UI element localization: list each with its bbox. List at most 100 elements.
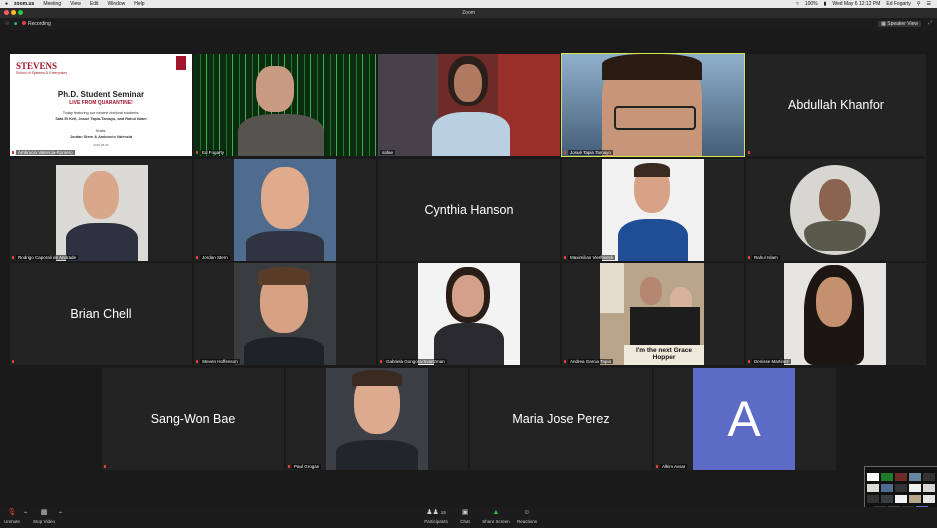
video-tile-andrea[interactable]: I'm the next Grace Hopper Andrea Garcia … [562, 263, 744, 365]
video-tile-rahul-islam[interactable]: Rahul Islam [746, 159, 926, 261]
video-tile-maximilian[interactable]: Maximilian Vierlboeck [562, 159, 744, 261]
stop-video-button[interactable]: ▩ Stop Video [31, 509, 57, 524]
participant-face [256, 66, 294, 112]
video-tile-denisse[interactable]: Denisse Martinez [746, 263, 926, 365]
participant-big-name: Cynthia Hanson [424, 203, 514, 217]
participant-name: Ed Fogarty [200, 150, 227, 155]
menu-edit[interactable]: Edit [90, 1, 99, 7]
participant-face [819, 179, 851, 221]
user-name[interactable]: Ed Fogarty [886, 1, 910, 7]
menu-help[interactable]: Help [134, 1, 144, 7]
battery-icon[interactable]: ▮ [824, 1, 827, 7]
recording-indicator[interactable]: Recording [22, 21, 51, 27]
muted-mic-icon [12, 151, 14, 154]
participant-suit [246, 231, 324, 261]
poster-left [600, 263, 624, 313]
participant-name: Gabriela Gongora-Svartzman [384, 359, 447, 364]
audio-options-chevron-icon[interactable]: ⌃ [23, 511, 28, 518]
reactions-smiley-icon: ☺ [523, 509, 531, 516]
mini-tile [881, 473, 893, 481]
video-tile-jordan-stern[interactable]: Jordan Stern [194, 159, 376, 261]
mini-tile [909, 473, 921, 481]
video-tile-abdullah-khanfor[interactable]: Abdullah Khanfor [746, 54, 926, 156]
meeting-toolbar: 🎙 Unmute ⌃ ▩ Stop Video ⌃ ♟♟ 19 Particip… [0, 507, 937, 528]
menu-meeting[interactable]: Meeting [43, 1, 61, 7]
muted-mic-icon [380, 360, 382, 363]
participant-face [816, 277, 852, 327]
participant-name: Rahul Islam [752, 255, 780, 260]
window-title: Zoom [462, 10, 475, 16]
video-tile-rodrigo[interactable]: Rodrigo Caporali de Andrade [10, 159, 192, 261]
apple-icon[interactable]: ● [5, 1, 8, 7]
participant-big-name: Maria Jose Perez [512, 412, 610, 426]
video-tile-josue-active-speaker[interactable]: Josué Tapia Tamayo [561, 53, 745, 157]
participant-name: Josué Tapia Tamayo [568, 150, 613, 155]
participant-face [261, 167, 309, 229]
slide-hosts-label: Hosts: [95, 129, 107, 133]
menu-app-zoom[interactable]: zoom.us [14, 1, 34, 7]
participant-shirt [804, 221, 866, 251]
participant-suit [336, 440, 418, 470]
search-icon[interactable]: ⚲ [917, 1, 921, 7]
stevens-seal-icon [176, 56, 186, 70]
slide-subtitle: LIVE FROM QUARANTINE! [69, 100, 133, 106]
share-screen-button[interactable]: ▲ Share Screen [480, 509, 512, 524]
muted-mic-icon [564, 256, 566, 259]
muted-microphone-icon: 🎙 [7, 509, 17, 516]
participant-name: Alkim Avsar [660, 464, 688, 469]
wifi-icon[interactable]: ≈ [796, 1, 799, 7]
fullscreen-icon[interactable]: ⤢ [928, 20, 932, 26]
video-tile-ed-fogarty[interactable]: Ed Fogarty [194, 54, 376, 156]
participant-shirt [432, 112, 510, 156]
mini-tile [923, 473, 935, 481]
chat-button[interactable]: ▣ Chat [457, 509, 473, 524]
participants-button[interactable]: ♟♟ 19 Participants [420, 509, 452, 524]
menu-status-area: ≈ 100% ▮ Wed May 6 12:12 PM Ed Fogarty ⚲… [796, 0, 931, 8]
stevens-logo: STEVENS [16, 61, 58, 71]
participants-icon: ♟♟ 19 [426, 509, 446, 516]
mini-tile [881, 495, 893, 503]
menu-window[interactable]: Window [107, 1, 125, 7]
clock[interactable]: Wed May 6 12:12 PM [832, 1, 880, 7]
mac-menu-bar: ● zoom.us Meeting View Edit Window Help … [0, 0, 937, 8]
slide-line2: Safa El Kefi, Josué Tapia-Tamayo, and Ra… [55, 117, 147, 121]
participant-name: Steven Hoffenson [200, 359, 240, 364]
participant-face [452, 275, 484, 317]
participant-name: Ambrocio Valencia-Romero [16, 150, 75, 155]
mini-tile [895, 473, 907, 481]
participant-name: Paul Grogan [292, 464, 322, 469]
menu-view[interactable]: View [70, 1, 81, 7]
person-face [640, 277, 662, 305]
security-shield-icon[interactable]: ☉ [5, 21, 9, 27]
video-tile-shared-slide[interactable]: STEVENS School of Systems & Enterprises … [10, 54, 192, 156]
mini-tile [895, 495, 907, 503]
video-tile-safae[interactable]: safae [378, 54, 560, 156]
participant-face [83, 171, 119, 219]
battery-percent: 100% [804, 1, 818, 7]
poster-caption: I'm the next Grace Hopper [624, 345, 704, 365]
participant-shirt [238, 114, 324, 156]
video-tile-gabriela[interactable]: Gabriela Gongora-Svartzman [378, 263, 560, 365]
reactions-button[interactable]: ☺ Reactions [515, 509, 539, 524]
unmute-button[interactable]: 🎙 Unmute [4, 509, 20, 524]
video-tile-sang-won-bae[interactable]: Sang-Won Bae [102, 368, 284, 470]
muted-mic-icon [196, 151, 198, 154]
video-tile-paul-grogan[interactable]: Paul Grogan [286, 368, 468, 470]
video-tile-cynthia-hanson[interactable]: Cynthia Hanson [378, 159, 560, 261]
slide-hosts: Jordan Stern & Ambrocio Valencia [69, 135, 133, 139]
menu-list-icon[interactable]: ☰ [927, 1, 931, 7]
speaker-view-button[interactable]: ▦ Speaker View [878, 21, 921, 27]
mini-tile [895, 484, 907, 492]
video-options-chevron-icon[interactable]: ⌃ [58, 511, 63, 518]
participant-name: Andrea Garcia Tapia [568, 359, 613, 364]
muted-mic-icon [196, 360, 198, 363]
video-tile-steven-hoffenson[interactable]: Steven Hoffenson [194, 263, 376, 365]
video-tile-brian-chell[interactable]: Brian Chell [10, 263, 192, 365]
muted-mic-icon [564, 151, 566, 154]
video-tile-maria-jose-perez[interactable]: Maria Jose Perez [470, 368, 652, 470]
meeting-top-bar: ☉ ■ Recording ▦ Speaker View ⤢ [0, 18, 937, 30]
slide-school: School of Systems & Enterprises [16, 71, 67, 75]
encryption-icon[interactable]: ■ [14, 21, 17, 27]
video-tile-alkim-avsar[interactable]: A Alkim Avsar [654, 368, 836, 470]
participant-hair [602, 54, 702, 80]
